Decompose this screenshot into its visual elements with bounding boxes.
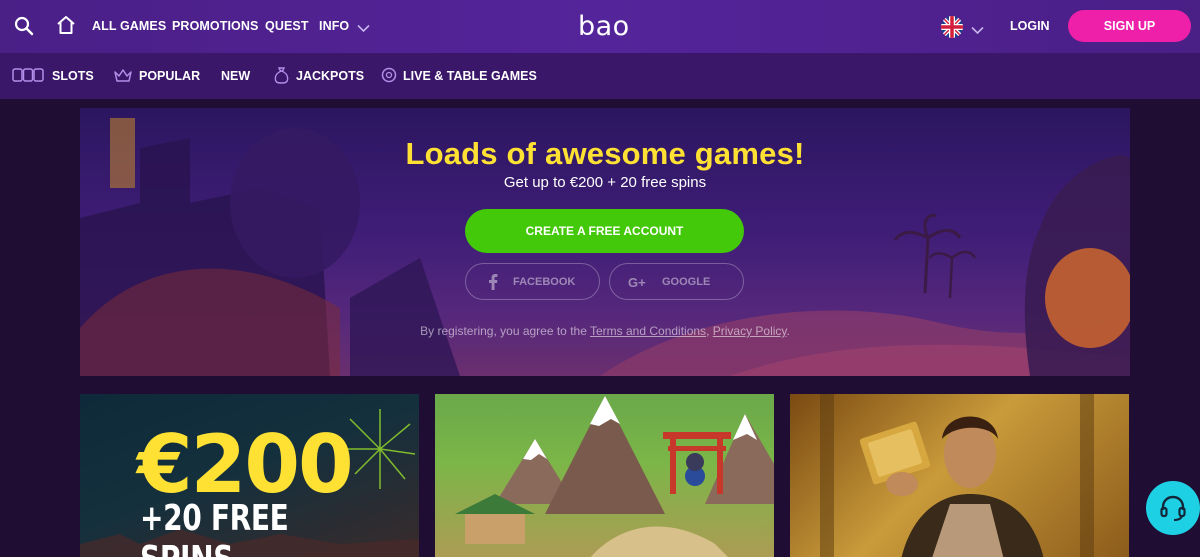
slots-icon xyxy=(12,68,44,87)
nav-info[interactable]: INFO xyxy=(319,19,349,33)
terms-suffix: . xyxy=(786,324,790,338)
create-account-button[interactable]: CREATE A FREE ACCOUNT xyxy=(465,209,744,253)
facebook-login-button[interactable]: FACEBOOK xyxy=(465,263,600,300)
terms-separator: , xyxy=(706,324,713,338)
terms-notice: By registering, you agree to the Terms a… xyxy=(80,324,1130,338)
nav-promotions[interactable]: PROMOTIONS xyxy=(172,19,258,33)
category-live-table-games[interactable]: LIVE & TABLE GAMES xyxy=(403,69,537,83)
book-game-card[interactable] xyxy=(790,394,1129,557)
category-new[interactable]: NEW xyxy=(221,69,250,83)
category-popular[interactable]: POPULAR xyxy=(139,69,200,83)
hero-banner: Loads of awesome games! Get up to €200 +… xyxy=(80,108,1130,376)
adventurer-graphic xyxy=(820,394,1094,557)
money-bag-icon xyxy=(274,66,289,89)
facebook-icon xyxy=(488,274,498,293)
category-slots[interactable]: SLOTS xyxy=(52,69,94,83)
privacy-link[interactable]: Privacy Policy xyxy=(713,324,787,338)
category-jackpots[interactable]: JACKPOTS xyxy=(296,69,364,83)
bonus-free-spins: +20 FREE SPINS xyxy=(140,498,289,557)
uk-flag-icon[interactable] xyxy=(941,16,963,38)
terms-prefix: By registering, you agree to the xyxy=(420,324,590,338)
crown-icon xyxy=(114,68,132,87)
headset-icon xyxy=(1159,494,1187,527)
login-button[interactable]: LOGIN xyxy=(1010,19,1050,33)
facebook-label: FACEBOOK xyxy=(513,276,576,288)
top-header: ALL GAMES PROMOTIONS QUEST INFO bao LOGI… xyxy=(0,0,1200,53)
support-chat-button[interactable] xyxy=(1146,481,1200,535)
chip-icon xyxy=(381,67,397,88)
hero-title: Loads of awesome games! xyxy=(405,136,805,171)
chevron-down-icon[interactable] xyxy=(357,20,370,38)
signup-button[interactable]: SIGN UP xyxy=(1068,10,1191,42)
google-login-button[interactable]: G+ GOOGLE xyxy=(609,263,744,300)
quest-game-card[interactable] xyxy=(435,394,774,557)
google-label: GOOGLE xyxy=(662,276,711,288)
category-bar: SLOTS POPULAR NEW JACKPOTS LIVE & TABLE … xyxy=(0,53,1200,99)
bao-logo[interactable]: bao xyxy=(578,11,630,42)
mountain-village-graphic xyxy=(455,396,774,557)
terms-link[interactable]: Terms and Conditions xyxy=(590,324,706,338)
language-chevron-icon[interactable] xyxy=(971,22,984,40)
search-icon[interactable] xyxy=(14,16,34,41)
nav-all-games[interactable]: ALL GAMES xyxy=(92,19,166,33)
welcome-bonus-card[interactable]: €200 +20 FREE SPINS xyxy=(80,394,419,557)
google-plus-icon: G+ xyxy=(628,275,646,290)
hero-subtitle: Get up to €200 + 20 free spins xyxy=(503,174,707,191)
home-icon[interactable] xyxy=(56,15,76,40)
nav-quest[interactable]: QUEST xyxy=(265,19,309,33)
